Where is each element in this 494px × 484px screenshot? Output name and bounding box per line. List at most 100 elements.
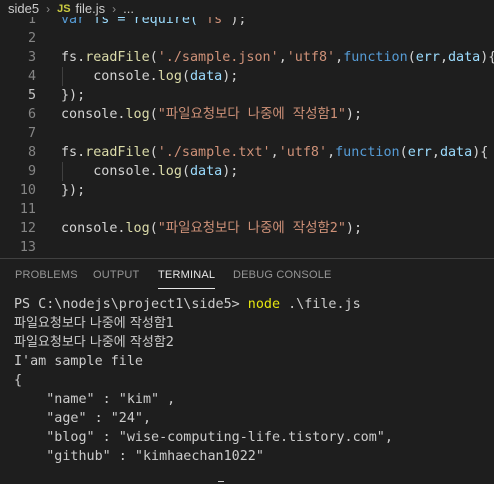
chevron-right-icon: › — [46, 1, 51, 16]
terminal-output-line: { — [14, 373, 23, 388]
code-text: console.log(data); — [61, 67, 238, 86]
code-token: , — [335, 50, 344, 65]
code-token: console. — [61, 69, 158, 84]
code-token: , — [270, 145, 279, 160]
code-text: console.log("파일요청보다 나중에 작성함2"); — [61, 219, 362, 238]
code-line[interactable]: 5}); — [0, 86, 494, 105]
breadcrumb-symbols[interactable]: ... — [123, 1, 134, 16]
terminal-output-line: 파일요청보다 나중에 작성함2 — [14, 335, 175, 350]
code-token: data — [190, 164, 223, 179]
indent-guide — [62, 162, 63, 181]
code-line[interactable]: 7 — [0, 124, 494, 143]
code-token: ); — [345, 107, 363, 122]
code-token: readFile — [85, 145, 150, 160]
code-token: "파일요청보다 나중에 작성함2" — [157, 221, 346, 236]
terminal-command-line: PS C:\nodejs\project1\side5> node .\file… — [14, 295, 361, 314]
line-number: 9 — [27, 164, 36, 179]
line-number: 4 — [27, 69, 36, 84]
code-token: './sample.txt' — [157, 145, 271, 160]
code-token: err — [407, 145, 432, 160]
code-token: , — [431, 145, 440, 160]
code-token: ); — [345, 221, 363, 236]
terminal-output-line: I'am sample file — [14, 354, 143, 369]
terminal-output-line: "github" : "kimhaechan1022" — [14, 449, 264, 464]
code-token: log — [125, 107, 150, 122]
code-token: 'utf8' — [286, 50, 336, 65]
code-token: ( — [407, 50, 416, 65]
code-token: ( — [149, 145, 158, 160]
code-line[interactable]: 12 console.log("파일요청보다 나중에 작성함2"); — [0, 219, 494, 238]
code-line[interactable]: 13 — [0, 238, 494, 257]
code-text: }); — [61, 86, 85, 105]
code-token: , — [327, 145, 336, 160]
terminal-output-line: "name" : "kim" , — [14, 392, 176, 407]
terminal-output-line: "age" : "24", — [14, 411, 152, 426]
code-text: }); — [61, 181, 85, 200]
code-line[interactable]: 9 console.log(data); — [0, 162, 494, 181]
code-token: ( — [181, 69, 190, 84]
code-line[interactable]: 11 — [0, 200, 494, 219]
code-token: console. — [61, 164, 158, 179]
line-number: 13 — [19, 240, 36, 255]
code-token: , — [278, 50, 287, 65]
tab-terminal[interactable]: TERMINAL — [158, 269, 216, 289]
breadcrumb-folder[interactable]: side5 — [8, 1, 39, 16]
code-token: console. — [61, 221, 126, 236]
code-token: }); — [61, 183, 86, 198]
code-token: ( — [399, 145, 408, 160]
terminal-command-args: .\file.js — [280, 297, 361, 312]
code-text: fs.readFile('./sample.txt','utf8',functi… — [61, 143, 488, 162]
code-token: data — [448, 50, 481, 65]
code-token: , — [439, 50, 448, 65]
code-token: ){ — [480, 50, 494, 65]
code-token: log — [125, 221, 150, 236]
line-number: 12 — [19, 221, 36, 236]
bottom-panel: PROBLEMS OUTPUT TERMINAL DEBUG CONSOLE P… — [0, 258, 494, 484]
code-token: log — [157, 69, 182, 84]
breadcrumb-file[interactable]: file.js — [76, 1, 106, 16]
terminal-cursor — [218, 481, 224, 482]
code-token: ( — [149, 221, 158, 236]
code-token: function — [343, 50, 408, 65]
terminal-output-line: 파일요청보다 나중에 작성함1 — [14, 316, 175, 331]
code-token: console. — [61, 107, 126, 122]
code-token: fs. — [61, 145, 86, 160]
code-line[interactable]: 4 console.log(data); — [0, 67, 494, 86]
panel-tabs: PROBLEMS OUTPUT TERMINAL DEBUG CONSOLE — [0, 259, 494, 293]
code-token: ){ — [472, 145, 489, 160]
code-text: fs.readFile('./sample.json','utf8',funct… — [61, 48, 494, 67]
line-number: 11 — [19, 202, 36, 217]
code-line[interactable]: 6 console.log("파일요청보다 나중에 작성함1"); — [0, 105, 494, 124]
code-token: fs. — [61, 50, 86, 65]
code-line[interactable]: 8 fs.readFile('./sample.txt','utf8',funct… — [0, 143, 494, 162]
tab-problems[interactable]: PROBLEMS — [15, 269, 78, 281]
breadcrumb: side5 › JS file.js › ... — [0, 0, 494, 17]
code-text: console.log(data); — [61, 162, 238, 181]
tab-output[interactable]: OUTPUT — [93, 269, 139, 281]
code-token: ( — [149, 107, 158, 122]
code-token: function — [335, 145, 400, 160]
line-number: 6 — [27, 107, 36, 122]
code-line[interactable]: 10}); — [0, 181, 494, 200]
code-line[interactable]: 2 — [0, 29, 494, 48]
code-token: ); — [222, 164, 239, 179]
terminal-prompt: PS C:\nodejs\project1\side5> — [14, 297, 248, 312]
line-number: 3 — [27, 50, 36, 65]
code-token: 'utf8' — [278, 145, 328, 160]
line-number: 7 — [27, 126, 36, 141]
code-token: data — [190, 69, 223, 84]
code-token: "파일요청보다 나중에 작성함1" — [157, 107, 346, 122]
code-token: log — [157, 164, 182, 179]
indent-guide — [62, 67, 63, 86]
tab-debug-console[interactable]: DEBUG CONSOLE — [233, 269, 332, 281]
terminal-output-line: "blog" : "wise-computing-life.tistory.co… — [14, 430, 393, 445]
line-number: 5 — [27, 88, 36, 103]
terminal-command: node — [247, 297, 281, 312]
code-token: './sample.json' — [157, 50, 279, 65]
code-token: err — [415, 50, 440, 65]
code-token: ( — [181, 164, 190, 179]
javascript-file-icon: JS — [57, 2, 71, 15]
code-editor[interactable]: 1 var fs = require('fs'); 2 3 fs.readFile('.… — [0, 0, 494, 258]
code-token: readFile — [85, 50, 150, 65]
code-line[interactable]: 3 fs.readFile('./sample.json','utf8',func… — [0, 48, 494, 67]
